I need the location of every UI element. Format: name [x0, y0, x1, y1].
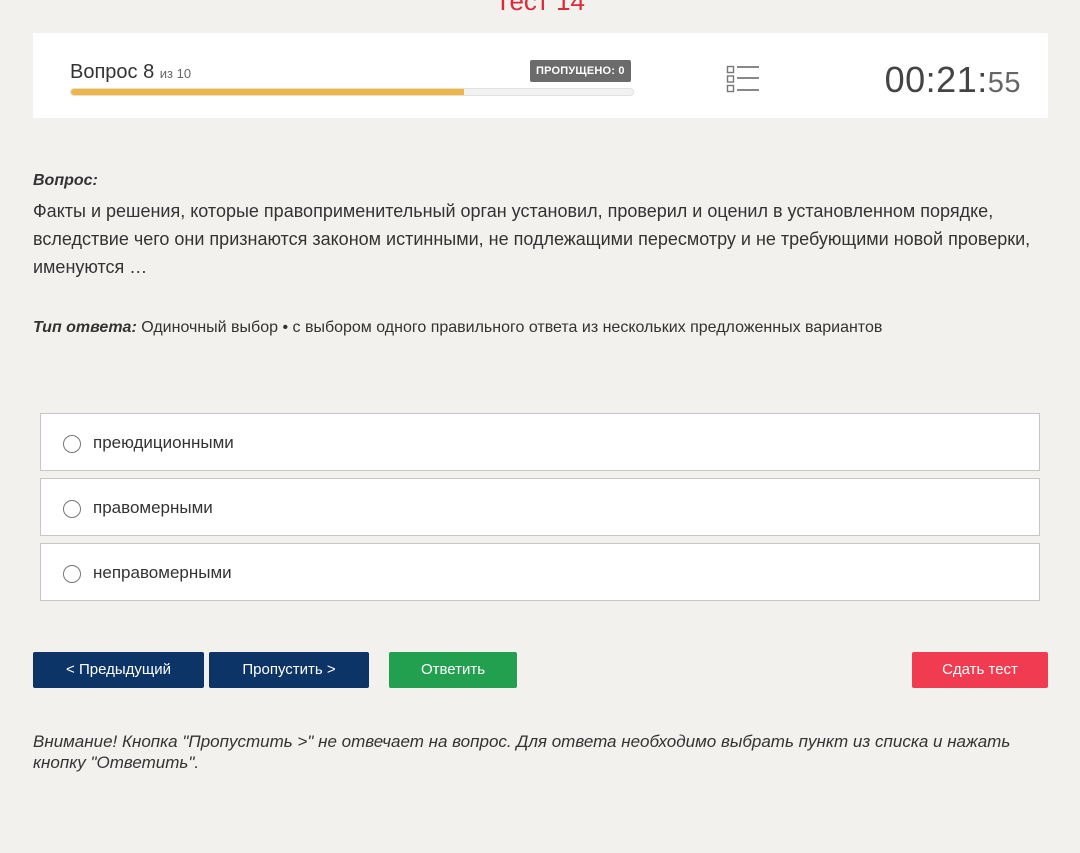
timer: 00:21:55 — [885, 59, 1021, 101]
answer-button[interactable]: Ответить — [389, 652, 517, 688]
notice-text: Внимание! Кнопка "Пропустить >" не отвеч… — [33, 732, 1011, 772]
test-page: Тест 14 Вопрос 8 из 10 ПРОПУЩЕНО: 0 00:2… — [0, 0, 1080, 853]
submit-test-button[interactable]: Сдать тест — [912, 652, 1048, 688]
question-counter: Вопрос 8 из 10 — [70, 61, 191, 84]
status-panel: Вопрос 8 из 10 ПРОПУЩЕНО: 0 00:21:55 — [33, 33, 1048, 118]
timer-seconds: 55 — [987, 67, 1021, 99]
skipped-badge: ПРОПУЩЕНО: 0 — [530, 60, 631, 82]
option-label: неправомерными — [93, 563, 232, 582]
skip-button[interactable]: Пропустить > — [209, 652, 369, 688]
question-total: из 10 — [159, 66, 192, 81]
question-number: 8 — [143, 61, 155, 83]
question-text: Факты и решения, которые правоприменител… — [33, 201, 1031, 277]
answer-type: Тип ответа: Одиночный выбор • с выбором … — [33, 319, 882, 337]
answer-option[interactable]: неправомерными — [40, 543, 1040, 601]
question-label: Вопрос: — [33, 172, 98, 189]
option-label: правомерными — [93, 498, 213, 517]
answer-option[interactable]: правомерными — [40, 478, 1040, 536]
answer-type-value: Одиночный выбор • с выбором одного прави… — [141, 319, 883, 336]
progress-fill — [71, 89, 465, 95]
question-list-icon[interactable] — [726, 64, 760, 94]
radio-button[interactable] — [63, 500, 81, 518]
timer-main: 00:21: — [884, 59, 988, 100]
previous-button[interactable]: < Предыдущий — [33, 652, 204, 688]
answer-type-label: Тип ответа: — [33, 319, 137, 336]
progress-bar — [70, 88, 634, 96]
test-title: Тест 14 — [495, 0, 585, 16]
option-label: преюдиционными — [93, 433, 234, 452]
radio-button[interactable] — [63, 435, 81, 453]
answer-option[interactable]: преюдиционными — [40, 413, 1040, 471]
question-prefix: Вопрос — [70, 61, 138, 83]
radio-button[interactable] — [63, 565, 81, 583]
